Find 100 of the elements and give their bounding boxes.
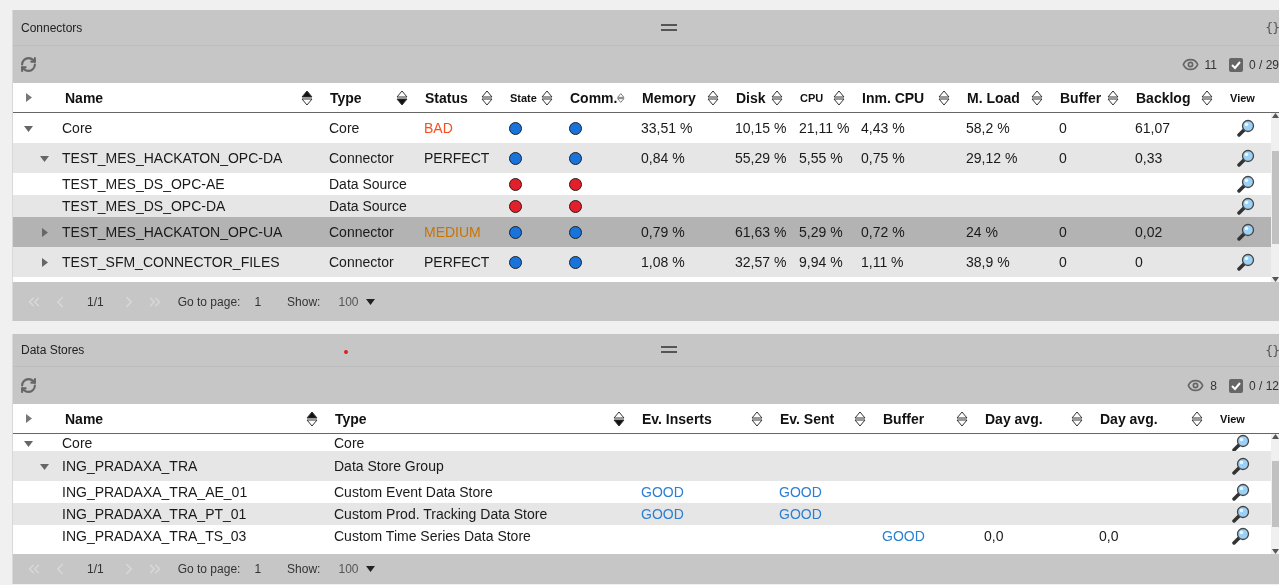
column-header[interactable]: Backlog: [1127, 83, 1221, 112]
magnifier-icon[interactable]: [1232, 434, 1250, 452]
expand-icon[interactable]: [40, 257, 49, 267]
sort-icon[interactable]: [833, 89, 845, 106]
column-header[interactable]: View: [1211, 404, 1271, 433]
sort-icon[interactable]: [1191, 410, 1203, 427]
magnifier-icon[interactable]: [1237, 223, 1255, 241]
scroll-down-icon[interactable]: [1271, 549, 1279, 554]
sort-icon[interactable]: [956, 410, 968, 427]
magnifier-icon[interactable]: [1237, 197, 1255, 215]
sort-icon[interactable]: [1031, 89, 1043, 106]
table-cell-text: 0,84 %: [640, 150, 686, 166]
table-row[interactable]: TEST_SFM_CONNECTOR_FILES Connector PERFECT 1,08 % 32,57 % 9,94 % 1,11 % 38,9 % 0 0: [13, 247, 1271, 277]
column-header[interactable]: Buffer: [874, 404, 976, 433]
table-cell-text: TEST_MES_HACKATON_OPC-DA: [61, 150, 284, 166]
table-cell-text: 0: [1058, 120, 1068, 136]
refresh-icon[interactable]: [20, 56, 37, 73]
magnifier-icon[interactable]: [1237, 175, 1255, 193]
table-row[interactable]: TEST_MES_HACKATON_OPC-DA Connector PERFECT 0,84 % 55,29 % 5,55 % 0,75 % 29,12 % 0 0,33: [13, 143, 1271, 173]
scroll-up-icon[interactable]: [1271, 113, 1279, 118]
magnifier-icon[interactable]: [1237, 119, 1255, 137]
drag-handle-icon[interactable]: [661, 346, 677, 354]
sort-icon[interactable]: [396, 89, 408, 106]
table-row[interactable]: TEST_MES_DS_OPC-DA Data Source: [13, 195, 1271, 217]
sort-icon[interactable]: [854, 410, 866, 427]
braces-icon[interactable]: {}: [1265, 20, 1279, 35]
column-header[interactable]: Day avg.: [976, 404, 1091, 433]
column-header[interactable]: Disk: [727, 83, 791, 112]
visible-count: 8: [1210, 378, 1217, 393]
table-cell-text: 58,2 %: [965, 120, 1011, 136]
column-header[interactable]: Comm.: [561, 83, 633, 112]
magnifier-icon[interactable]: [1232, 457, 1250, 475]
table-row[interactable]: TEST_MES_HACKATON_OPC-UA Connector MEDIUM 0,79 % 61,63 % 5,29 % 0,72 % 24 % 0 0,02: [13, 217, 1271, 247]
collapse-icon[interactable]: [40, 461, 49, 471]
sort-icon[interactable]: [938, 89, 950, 106]
column-header[interactable]: Type: [326, 404, 633, 433]
magnifier-icon[interactable]: [1232, 527, 1250, 545]
table-cell-text: Core: [328, 120, 361, 136]
caret-icon[interactable]: [366, 566, 376, 572]
scrollbar[interactable]: [1271, 434, 1279, 554]
sort-icon[interactable]: [481, 89, 493, 106]
braces-icon[interactable]: {}: [1265, 342, 1279, 358]
column-header[interactable]: CPU: [791, 83, 853, 112]
column-header[interactable]: Type: [321, 83, 416, 112]
column-header[interactable]: Buffer: [1051, 83, 1127, 112]
table-row[interactable]: ING_PRADAXA_TRA_PT_01 Custom Prod. Tracking Data Store GOOD GOOD: [13, 503, 1271, 525]
goto-page-field[interactable]: 1: [254, 294, 262, 309]
column-header[interactable]: State: [501, 83, 561, 112]
collapse-icon[interactable]: [24, 123, 33, 133]
caret-icon[interactable]: [366, 298, 376, 305]
column-header[interactable]: Ev. Sent: [771, 404, 874, 433]
expand-all-icon[interactable]: [24, 93, 33, 102]
page-size-select[interactable]: 100: [338, 294, 376, 309]
table-cell-text: ING_PRADAXA_TRA_TS_03: [61, 528, 248, 544]
visible-count: 11: [1204, 57, 1217, 72]
sort-icon[interactable]: [1071, 410, 1083, 427]
table-cell-text: Connector: [328, 150, 395, 166]
magnifier-icon[interactable]: [1232, 483, 1250, 501]
sort-icon[interactable]: [1201, 89, 1213, 106]
column-header[interactable]: Day avg.: [1091, 404, 1211, 433]
column-header[interactable]: View: [1221, 83, 1271, 112]
checkbox-icon[interactable]: [1228, 57, 1243, 72]
column-header[interactable]: Name: [51, 83, 321, 112]
expand-all-icon[interactable]: [24, 414, 33, 423]
sort-icon[interactable]: [541, 89, 553, 106]
column-header[interactable]: Status: [416, 83, 501, 112]
sort-icon[interactable]: [707, 89, 719, 106]
goto-page-field[interactable]: 1: [254, 562, 262, 576]
table-cell-text: 29,12 %: [965, 150, 1019, 166]
magnifier-icon[interactable]: [1237, 149, 1255, 167]
page-size-select[interactable]: 100: [338, 562, 376, 576]
table-cell-text: 0: [1134, 254, 1144, 270]
collapse-icon[interactable]: [40, 153, 49, 163]
scrollbar[interactable]: [1271, 113, 1279, 282]
scroll-up-icon[interactable]: [1271, 434, 1279, 439]
column-header[interactable]: Memory: [633, 83, 727, 112]
eye-icon[interactable]: [1187, 377, 1205, 394]
eye-icon[interactable]: [1181, 56, 1199, 73]
column-header[interactable]: Inm. CPU: [853, 83, 958, 112]
sort-icon[interactable]: [771, 89, 783, 106]
checkbox-icon[interactable]: [1228, 378, 1243, 393]
table-row[interactable]: ING_PRADAXA_TRA Data Store Group: [13, 451, 1271, 481]
drag-handle-icon[interactable]: [661, 23, 677, 32]
magnifier-icon[interactable]: [1237, 253, 1255, 271]
column-header[interactable]: M. Load: [958, 83, 1051, 112]
expand-icon[interactable]: [40, 227, 49, 237]
sort-icon[interactable]: [301, 89, 313, 106]
column-header[interactable]: Ev. Inserts: [633, 404, 771, 433]
collapse-icon[interactable]: [24, 438, 33, 448]
column-header[interactable]: Name: [51, 404, 326, 433]
table-cell-text: 0,33: [1134, 150, 1164, 166]
table-cell-text: Data Source: [328, 198, 408, 214]
sort-icon[interactable]: [306, 410, 318, 427]
refresh-icon[interactable]: [20, 377, 37, 394]
sort-icon[interactable]: [751, 410, 763, 427]
scroll-down-icon[interactable]: [1271, 277, 1279, 282]
status-text: PERFECT: [423, 254, 491, 270]
magnifier-icon[interactable]: [1232, 505, 1250, 523]
sort-icon[interactable]: [613, 410, 625, 427]
sort-icon[interactable]: [1107, 89, 1119, 106]
